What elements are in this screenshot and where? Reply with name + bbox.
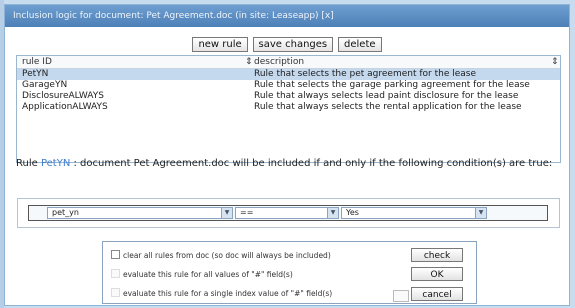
rule-id-cell: PetYN: [22, 69, 49, 79]
condition-panel: pet_yn ▼ == ▼ Yes ▼: [17, 198, 560, 228]
check-button[interactable]: check: [411, 248, 463, 262]
chevron-down-icon[interactable]: ▼: [327, 208, 338, 218]
operator-select-value: ==: [240, 208, 254, 217]
rules-table-header: rule ID ⇕ description ⇕: [17, 56, 560, 69]
ok-button[interactable]: OK: [411, 267, 463, 281]
condition-row: pet_yn ▼ == ▼ Yes ▼: [28, 205, 548, 221]
eval-all-checkbox[interactable]: [111, 269, 120, 278]
eval-all-option[interactable]: evaluate this rule for all values of "#"…: [111, 269, 293, 280]
description-cell: Rule that selects the pet agreement for …: [254, 69, 476, 79]
value-select-value: Yes: [346, 208, 359, 217]
save-changes-button[interactable]: save changes: [252, 37, 334, 52]
options-panel: clear all rules from doc (so doc will al…: [102, 241, 477, 304]
clear-all-option[interactable]: clear all rules from doc (so doc will al…: [111, 250, 331, 261]
clear-all-label: clear all rules from doc (so doc will al…: [123, 251, 331, 260]
rules-table: rule ID ⇕ description ⇕ PetYN Rule that …: [16, 55, 561, 163]
rule-description-text: Rule PetYN : document Pet Agreement.doc …: [16, 157, 566, 170]
delete-button[interactable]: delete: [338, 37, 382, 52]
chevron-down-icon[interactable]: ▼: [475, 208, 486, 218]
rule-id-cell: GarageYN: [22, 80, 68, 90]
column-header-rule-id[interactable]: rule ID: [22, 56, 52, 68]
field-select[interactable]: pet_yn ▼: [47, 207, 233, 219]
field-select-value: pet_yn: [52, 208, 79, 217]
column-header-description[interactable]: description: [254, 56, 304, 68]
eval-single-checkbox[interactable]: [111, 288, 120, 297]
description-cell: Rule that selects the garage parking agr…: [254, 80, 530, 90]
table-row[interactable]: GarageYN Rule that selects the garage pa…: [17, 80, 560, 91]
sort-icon[interactable]: ⇕: [551, 56, 559, 68]
rule-id-cell: DisclosureALWAYS: [22, 91, 104, 101]
rule-name-label: PetYN: [40, 158, 71, 169]
eval-single-option[interactable]: evaluate this rule for a single index va…: [111, 288, 332, 299]
rule-suffix: : document Pet Agreement.doc will be inc…: [73, 158, 553, 169]
rule-prefix: Rule: [16, 158, 38, 169]
chevron-down-icon[interactable]: ▼: [221, 208, 232, 218]
index-value-input[interactable]: [393, 290, 409, 302]
sort-icon[interactable]: ⇕: [245, 56, 253, 68]
value-select[interactable]: Yes ▼: [341, 207, 487, 219]
eval-single-label: evaluate this rule for a single index va…: [123, 289, 333, 298]
table-row[interactable]: PetYN Rule that selects the pet agreemen…: [17, 69, 560, 80]
rule-toolbar: new rule save changes delete: [5, 37, 569, 52]
eval-all-label: evaluate this rule for all values of "#"…: [123, 270, 293, 279]
new-rule-button[interactable]: new rule: [192, 37, 248, 52]
table-row[interactable]: DisclosureALWAYS Rule that always select…: [17, 91, 560, 102]
operator-select[interactable]: == ▼: [235, 207, 339, 219]
rule-id-cell: ApplicationALWAYS: [22, 102, 108, 112]
description-cell: Rule that always selects the rental appl…: [254, 102, 522, 112]
dialog-title: Inclusion logic for document: Pet Agreem…: [5, 5, 569, 27]
description-cell: Rule that always selects lead paint disc…: [254, 91, 519, 101]
table-row[interactable]: ApplicationALWAYS Rule that always selec…: [17, 102, 560, 113]
cancel-button[interactable]: cancel: [411, 287, 463, 301]
clear-all-checkbox[interactable]: [111, 250, 120, 259]
